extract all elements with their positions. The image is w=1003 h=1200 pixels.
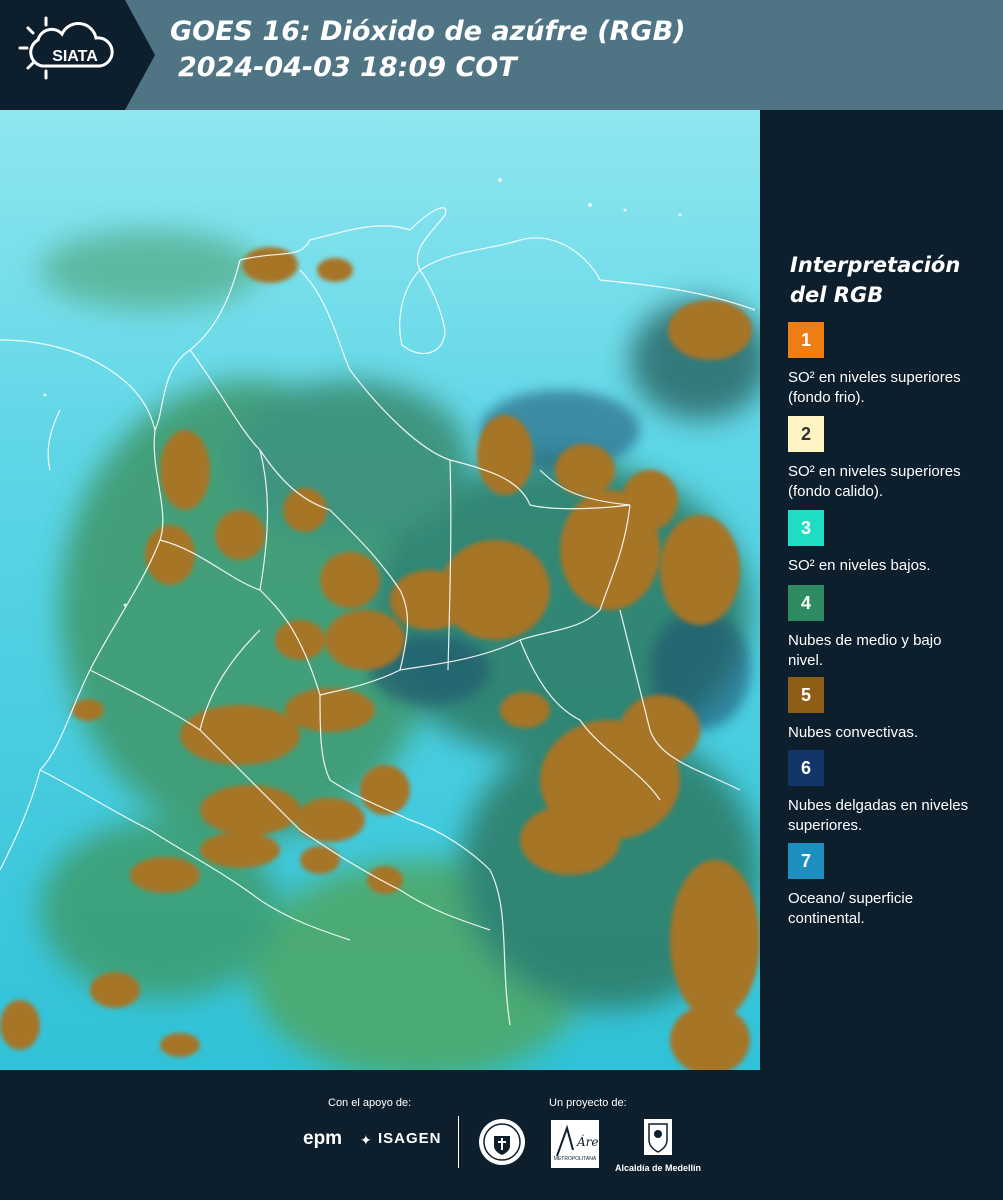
legend-label-3: SO² en niveles bajos.	[788, 557, 931, 574]
legend-swatch-6: 6	[788, 750, 824, 786]
siata-logo[interactable]: SIATA	[0, 0, 155, 110]
alcaldia-shield-icon	[644, 1119, 672, 1155]
legend-swatch-3: 3	[788, 510, 824, 546]
medellin-seal-icon[interactable]	[478, 1118, 526, 1171]
satellite-map[interactable]	[0, 110, 760, 1070]
legend-item-2: 2 SO² en niveles superiores (fondo calid…	[788, 416, 998, 502]
title-line-1: GOES 16: Dióxido de azúfre (RGB)	[170, 16, 686, 47]
footer-divider	[458, 1116, 459, 1168]
legend-item-7: 7 Oceano/ superficie continental.	[788, 843, 998, 929]
area-metropolitana-logo[interactable]: Área METROPOLITANA	[551, 1120, 606, 1173]
legend-item-6: 6 Nubes delgadas en niveles superiores.	[788, 750, 998, 836]
isagen-text: ISAGEN	[378, 1130, 442, 1147]
siata-logo-text: SIATA	[52, 48, 98, 65]
legend-item-4: 4 Nubes de medio y bajo nivel.	[788, 585, 998, 671]
legend-swatch-1: 1	[788, 322, 824, 358]
legend-swatch-2: 2	[788, 416, 824, 452]
alcaldia-label: Alcaldía de Medellín	[614, 1163, 702, 1173]
project-label: Un proyecto de:	[549, 1097, 627, 1109]
area-logo-subtext: METROPOLITANA	[554, 1156, 597, 1162]
alcaldia-logo[interactable]: Alcaldía de Medellín	[613, 1118, 703, 1173]
legend-swatch-5: 5	[788, 677, 824, 713]
legend-label-4: Nubes de medio y bajo nivel.	[788, 632, 942, 669]
legend-title: Interpretación del RGB	[790, 253, 961, 307]
legend-label-6: Nubes delgadas en niveles superiores.	[788, 797, 969, 834]
isagen-icon: ✦	[360, 1132, 372, 1148]
legend-swatch-7: 7	[788, 843, 824, 879]
legend-swatch-4: 4	[788, 585, 824, 621]
legend-label-5: Nubes convectivas.	[788, 724, 919, 741]
support-label: Con el apoyo de:	[328, 1097, 412, 1109]
footer: Con el apoyo de: Un proyecto de: epm ✦ I…	[0, 1070, 1003, 1200]
legend-label-1: SO² en niveles superiores (fondo frio).	[788, 369, 961, 406]
legend-item-5: 5 Nubes convectivas.	[788, 677, 998, 743]
epm-logo[interactable]: epm	[303, 1128, 342, 1150]
legend-label-7: Oceano/ superficie continental.	[788, 890, 914, 927]
legend-item-1: 1 SO² en niveles superiores (fondo frio)…	[788, 322, 998, 408]
header-bar: SIATA GOES 16: Dióxido de azúfre (RGB) 2…	[0, 0, 1003, 110]
legend-item-3: 3 SO² en niveles bajos.	[788, 510, 998, 576]
title-line-2: 2024-04-03 18:09 COT	[178, 52, 517, 83]
area-logo-text: Área	[576, 1134, 599, 1149]
legend-label-2: SO² en niveles superiores (fondo calido)…	[788, 463, 961, 500]
page-title: GOES 16: Dióxido de azúfre (RGB) 2024-04…	[170, 14, 686, 86]
legend-panel: Interpretación del RGB 1 SO² en niveles …	[760, 110, 1003, 1070]
